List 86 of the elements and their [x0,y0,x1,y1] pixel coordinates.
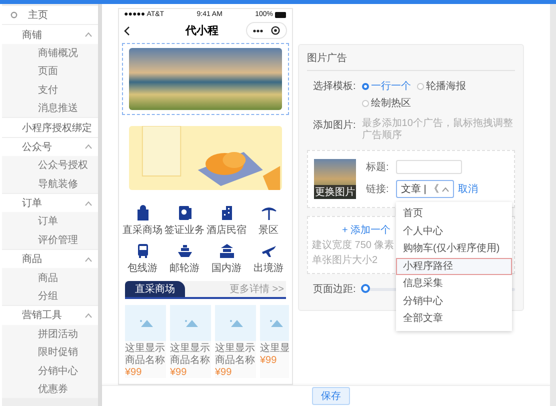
link-select[interactable]: 文章 | 《 [396,180,454,198]
title-input[interactable] [396,160,462,174]
sidebar-item[interactable]: 公众号 [2,138,98,156]
sidebar-subitem[interactable]: 商品 [2,268,98,287]
menu-item[interactable]: 信息采集 [396,275,512,292]
product-card[interactable]: 这里显示商品名称 ¥99 [125,305,166,378]
template-radio[interactable]: 一行一个 [362,79,411,93]
hint-text: 建议宽度 750 像素 [312,238,394,252]
menu-item[interactable]: 首页 [396,205,512,222]
image-icon [138,319,152,327]
panel-title: 图片广告 [307,51,515,71]
product-name: 这里显示商品名称 [170,342,211,367]
save-button[interactable]: 保存 [312,387,350,405]
category-item[interactable]: 国内游 [206,243,247,275]
passport-icon [176,205,192,221]
menu-item[interactable]: 购物车(仅小程序使用) [396,240,512,258]
product-price: ¥99 [170,367,188,378]
sidebar-subitem[interactable]: 拼团活动 [2,324,98,344]
radio-icon[interactable] [416,82,424,90]
more-icon[interactable] [253,28,263,32]
category-item[interactable]: 出境游 [248,243,289,275]
product-price: ¥99 [260,355,278,366]
sidebar-subitem[interactable]: 优惠券 [2,380,98,398]
field-label: 标题: [366,160,390,174]
sidebar-subitem[interactable]: 商铺概况 [2,44,98,62]
radio-icon[interactable] [362,82,369,90]
image-icon [184,319,198,327]
menu-item[interactable]: 小程序路径 [396,258,512,275]
product-name: 这里显示商品名称 [125,342,166,367]
field-label: 页面边距: [313,282,356,296]
category-item[interactable]: 包线游 [122,243,163,275]
capsule-button[interactable] [246,22,287,39]
image-icon [268,319,282,327]
ship-icon [176,243,192,259]
slider-thumb[interactable] [360,284,370,292]
template-radio[interactable]: 绘制热区 [362,96,411,110]
sidebar-subitem[interactable]: 消息推送 [2,98,98,118]
sidebar-item[interactable]: 主页 [2,6,98,24]
back-icon[interactable] [124,26,130,36]
category-item[interactable]: 邮轮游 [164,243,205,275]
product-name: 这里显示商品名称 [215,342,256,367]
category-item[interactable]: 酒店民宿 [206,205,247,237]
sidebar-item[interactable]: 小程序授权绑定 [2,118,98,137]
category-item[interactable]: 签证业务 [164,205,205,237]
change-image-button[interactable]: 更换图片 [314,185,356,199]
template-radio[interactable]: 轮播海报 [416,79,466,93]
sidebar-subitem[interactable]: 订单 [2,212,98,231]
sidebar-subitem[interactable]: 限时促销 [2,343,98,362]
category-item[interactable]: 直采商场 [122,205,163,237]
field-label: 添加图片: [313,118,356,132]
sidebar-item[interactable]: 营销工具 [2,306,98,325]
target-icon[interactable] [271,26,280,35]
add-link[interactable]: + 添加一个 [342,223,391,237]
product-price: ¥99 [215,367,233,378]
sidebar-subitem[interactable]: 评价管理 [2,230,98,250]
hint-text: 最多添加10个广告，鼠标拖拽调整广告顺序 [362,118,514,142]
image-icon [228,319,242,327]
bag-icon [134,205,150,221]
page-title: 代小程 [186,24,218,38]
product-price: ¥99 [125,367,143,378]
menu-item[interactable]: 个人中心 [396,222,512,240]
temple-icon [218,243,234,259]
product-card[interactable]: 这里显示商品名称 ¥99 [170,305,211,378]
battery-icon [274,12,287,18]
sidebar-item[interactable]: 商铺 [2,25,98,44]
sidebar-subitem[interactable]: 导航装修 [2,174,98,193]
menu-item[interactable]: 全部文章 [396,310,512,328]
chevron-icon [442,186,450,192]
plane-icon [260,243,276,259]
sidebar-item[interactable]: 订单 [2,194,98,212]
sidebar-subitem[interactable]: 分组 [2,286,98,306]
banner-block[interactable] [122,43,289,115]
category-item[interactable]: 景区 [248,205,289,237]
radio-icon[interactable] [362,100,369,106]
field-label: 链接: [366,182,390,196]
menu-item[interactable]: 分销中心 [396,292,512,310]
cancel-link[interactable]: 取消 [458,182,478,196]
sidebar-subitem[interactable]: 分销中心 [2,361,98,380]
product-card[interactable]: 这里显示商品名称 ¥99 [215,305,256,378]
sidebar-subitem[interactable]: 支付 [2,80,98,99]
sidebar-subitem[interactable]: 公众号授权 [2,156,98,175]
sidebar-subitem[interactable]: 页面 [2,62,98,81]
field-label: 选择模板: [313,80,356,93]
hint-text: 单张图片大小2 [312,254,378,267]
sidebar-item[interactable]: 商品 [2,250,98,268]
section-title: 直采商场 [125,281,185,297]
